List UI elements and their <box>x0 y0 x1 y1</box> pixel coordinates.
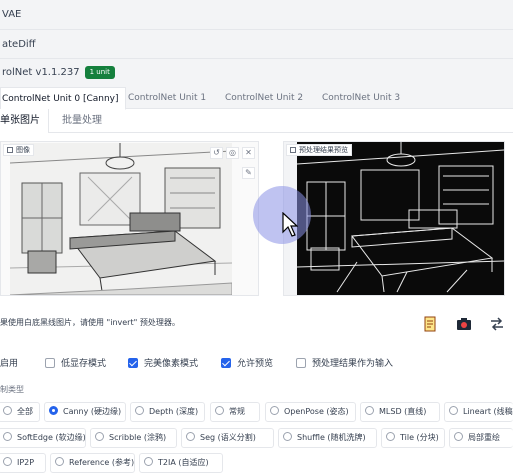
tab-unit-3[interactable]: ControlNet Unit 3 <box>322 87 400 109</box>
image-upload-panel[interactable]: 图像 ↺ ◎ ✕ ✎ <box>0 141 259 296</box>
camera-icon[interactable] <box>456 316 472 332</box>
enable-checkbox[interactable]: 启用 <box>0 356 18 369</box>
animatediff-accordion-label: ateDiff <box>2 39 36 50</box>
rotate-icon[interactable]: ↺ <box>210 147 223 159</box>
mouse-pointer-icon <box>282 212 298 237</box>
radio-dot <box>135 406 144 415</box>
tab-single-image[interactable]: 单张图片 <box>0 109 49 133</box>
checkbox-box-checked <box>221 358 231 368</box>
low-vram-checkbox[interactable]: 低显存模式 <box>45 356 106 369</box>
type-all-radio[interactable]: 全部 <box>0 402 40 422</box>
preview-panel-label: 预处理结果预览 <box>286 144 352 156</box>
close-icon[interactable]: ✕ <box>242 147 255 159</box>
type-mlsd-radio[interactable]: MLSD (直线) <box>360 402 440 422</box>
tab-unit-2[interactable]: ControlNet Unit 2 <box>225 87 303 109</box>
preprocessor-input-checkbox[interactable]: 预处理结果作为输入 <box>296 356 393 369</box>
type-inpaint-radio[interactable]: 局部重绘 <box>449 428 513 448</box>
radio-dot <box>3 457 12 466</box>
radio-dot <box>144 457 153 466</box>
type-reference-radio[interactable]: Reference (参考) <box>50 453 135 473</box>
type-tile-radio[interactable]: Tile (分块) <box>381 428 445 448</box>
type-t2ia-radio[interactable]: T2IA (自适应) <box>139 453 223 473</box>
controlnet-accordion[interactable]: rolNet v1.1.237 1 unit <box>0 59 513 87</box>
type-lineart-radio[interactable]: Lineart (线稿 <box>444 402 513 422</box>
document-icon[interactable] <box>422 316 438 332</box>
mode-tabs: 单张图片 批量处理 <box>0 109 513 133</box>
radio-dot <box>186 432 195 441</box>
checkbox-box-checked <box>128 358 138 368</box>
radio-dot <box>3 406 12 415</box>
type-depth-radio[interactable]: Depth (深度) <box>130 402 205 422</box>
radio-dot <box>449 406 458 415</box>
radio-dot <box>283 432 292 441</box>
tab-unit-0[interactable]: ControlNet Unit 0 [Canny] <box>0 87 126 110</box>
animatediff-accordion[interactable]: ateDiff <box>0 30 513 59</box>
unit-tabs: ControlNet Unit 0 [Canny] ControlNet Uni… <box>0 87 513 110</box>
checkbox-box <box>296 358 306 368</box>
image-panel-label: 图像 <box>3 144 34 156</box>
invert-hint-text: 果使用白底黑线图片，请使用 "invert" 预处理器。 <box>0 318 180 327</box>
brush-icon[interactable]: ✎ <box>242 167 255 179</box>
pixel-perfect-checkbox[interactable]: 完美像素模式 <box>128 356 198 369</box>
type-seg-radio[interactable]: Seg (语义分割) <box>181 428 274 448</box>
type-normal-radio[interactable]: 常规 <box>210 402 260 422</box>
radio-dot <box>270 406 279 415</box>
checkbox-box <box>45 358 55 368</box>
image-icon <box>290 147 296 153</box>
swap-icon[interactable] <box>489 316 505 332</box>
vae-accordion[interactable]: VAE <box>0 0 513 30</box>
image-icon <box>7 147 13 153</box>
tab-batch[interactable]: 批量处理 <box>62 109 102 133</box>
controlnet-title: rolNet v1.1.237 <box>2 67 80 78</box>
vae-accordion-label: VAE <box>2 9 22 20</box>
unit-count-badge: 1 unit <box>84 66 115 79</box>
radio-dot <box>3 432 12 441</box>
radio-dot <box>215 406 224 415</box>
type-shuffle-radio[interactable]: Shuffle (随机洗牌) <box>278 428 377 448</box>
crop-icon[interactable]: ◎ <box>226 147 239 159</box>
bedroom-sketch-image <box>10 143 232 295</box>
radio-dot <box>95 432 104 441</box>
radio-dot <box>454 432 463 441</box>
type-scribble-radio[interactable]: Scribble (涂鸦) <box>90 428 177 448</box>
radio-dot <box>55 457 64 466</box>
radio-dot-selected <box>49 406 58 415</box>
radio-dot <box>365 406 374 415</box>
type-softedge-radio[interactable]: SoftEdge (软边缘) <box>0 428 86 448</box>
preprocessor-preview-panel: 预处理结果预览 <box>283 141 505 296</box>
control-type-label: 制类型 <box>0 385 24 394</box>
type-canny-radio[interactable]: Canny (硬边缘) <box>44 402 126 422</box>
type-ip2p-radio[interactable]: IP2P <box>0 453 46 473</box>
allow-preview-checkbox[interactable]: 允许预览 <box>221 356 273 369</box>
radio-dot <box>386 432 395 441</box>
type-openpose-radio[interactable]: OpenPose (姿态) <box>265 402 356 422</box>
canny-edge-preview-image <box>297 142 504 295</box>
tab-unit-1[interactable]: ControlNet Unit 1 <box>128 87 206 109</box>
